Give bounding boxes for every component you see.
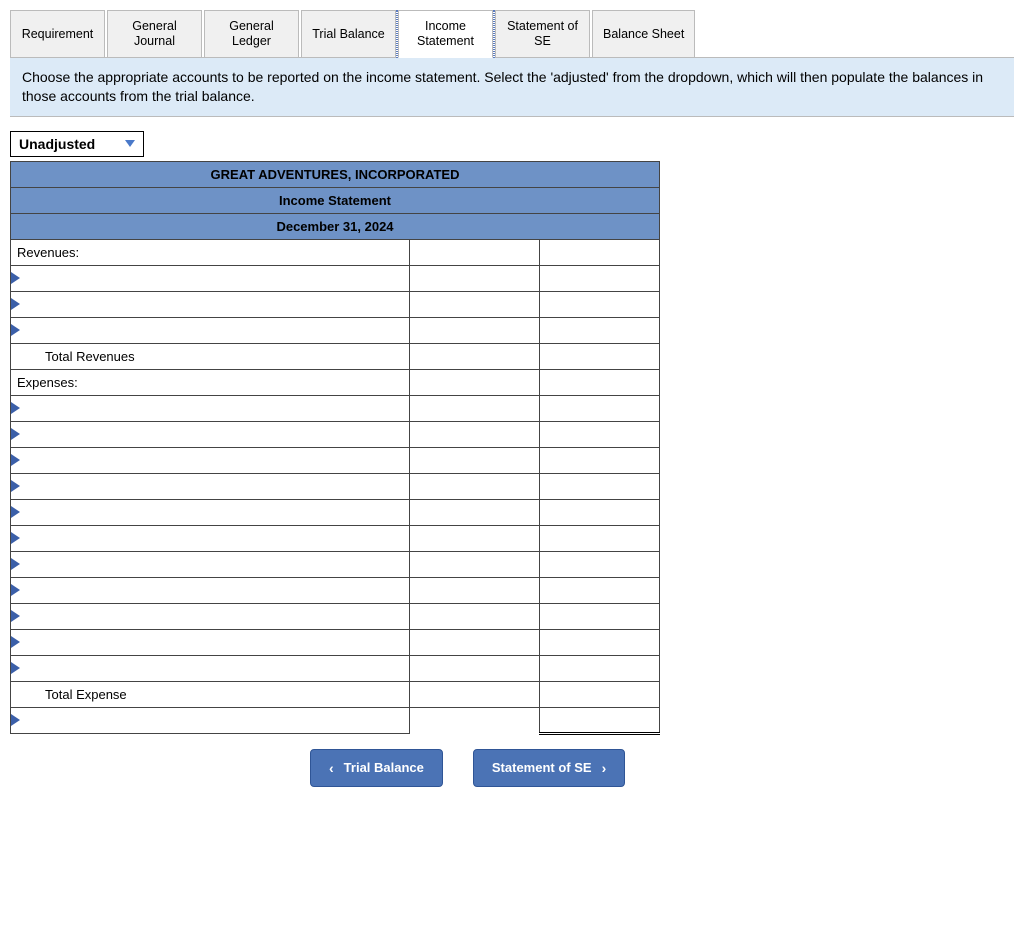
- tab-statement-of-se[interactable]: Statement of SE: [495, 10, 590, 58]
- instruction-text: Choose the appropriate accounts to be re…: [10, 57, 1014, 117]
- total-revenues-label: Total Revenues: [11, 343, 410, 369]
- expense-amount2-4[interactable]: [540, 499, 660, 525]
- revenue-account-2[interactable]: [11, 317, 410, 343]
- expense-amount1-2[interactable]: [410, 447, 540, 473]
- expense-amount2-1[interactable]: [540, 421, 660, 447]
- tab-balance-sheet[interactable]: Balance Sheet: [592, 10, 695, 58]
- expense-amount1-0[interactable]: [410, 395, 540, 421]
- statement-date: December 31, 2024: [11, 213, 660, 239]
- expense-amount2-2[interactable]: [540, 447, 660, 473]
- expense-amount2-7[interactable]: [540, 577, 660, 603]
- tab-general-ledger[interactable]: General Ledger: [204, 10, 299, 58]
- tab-trial-balance[interactable]: Trial Balance: [301, 10, 396, 58]
- expense-amount1-8[interactable]: [410, 603, 540, 629]
- expense-amount1-3[interactable]: [410, 473, 540, 499]
- chevron-down-icon: [125, 140, 135, 147]
- total-expense-amt1[interactable]: [410, 681, 540, 707]
- expense-amount2-6[interactable]: [540, 551, 660, 577]
- revenue-amount1-0[interactable]: [410, 265, 540, 291]
- expenses-label: Expenses:: [11, 369, 410, 395]
- total-revenues-amt1[interactable]: [410, 343, 540, 369]
- revenue-amount2-2[interactable]: [540, 317, 660, 343]
- chevron-left-icon: ‹: [329, 760, 334, 776]
- expense-account-3[interactable]: [11, 473, 410, 499]
- total-expense-amt2[interactable]: [540, 681, 660, 707]
- expense-amount2-8[interactable]: [540, 603, 660, 629]
- revenue-amount1-2[interactable]: [410, 317, 540, 343]
- expense-amount1-9[interactable]: [410, 629, 540, 655]
- expense-account-0[interactable]: [11, 395, 410, 421]
- expense-amount1-5[interactable]: [410, 525, 540, 551]
- revenue-amount2-0[interactable]: [540, 265, 660, 291]
- expense-amount2-9[interactable]: [540, 629, 660, 655]
- expense-amount1-1[interactable]: [410, 421, 540, 447]
- expense-amount1-4[interactable]: [410, 499, 540, 525]
- expense-account-9[interactable]: [11, 629, 410, 655]
- company-name: GREAT ADVENTURES, INCORPORATED: [11, 161, 660, 187]
- expense-account-8[interactable]: [11, 603, 410, 629]
- expense-account-5[interactable]: [11, 525, 410, 551]
- expense-amount2-0[interactable]: [540, 395, 660, 421]
- expense-account-1[interactable]: [11, 421, 410, 447]
- revenue-account-0[interactable]: [11, 265, 410, 291]
- nav-buttons: ‹ Trial Balance Statement of SE ›: [10, 749, 1014, 787]
- tab-general-journal[interactable]: General Journal: [107, 10, 202, 58]
- statement-title: Income Statement: [11, 187, 660, 213]
- expense-amount2-5[interactable]: [540, 525, 660, 551]
- total-expense-label: Total Expense: [11, 681, 410, 707]
- expense-amount1-6[interactable]: [410, 551, 540, 577]
- dropdown-value: Unadjusted: [19, 136, 95, 152]
- revenue-amount2-1[interactable]: [540, 291, 660, 317]
- next-button[interactable]: Statement of SE ›: [473, 749, 625, 787]
- expense-account-6[interactable]: [11, 551, 410, 577]
- basis-dropdown[interactable]: Unadjusted: [10, 131, 144, 157]
- tab-requirement[interactable]: Requirement: [10, 10, 105, 58]
- chevron-right-icon: ›: [602, 760, 607, 776]
- expense-amount1-7[interactable]: [410, 577, 540, 603]
- net-income-account[interactable]: [11, 707, 410, 733]
- total-revenues-amt2[interactable]: [540, 343, 660, 369]
- expense-account-2[interactable]: [11, 447, 410, 473]
- expense-account-4[interactable]: [11, 499, 410, 525]
- income-statement-table: GREAT ADVENTURES, INCORPORATED Income St…: [10, 161, 660, 735]
- revenues-label: Revenues:: [11, 239, 410, 265]
- net-income-amount[interactable]: [540, 707, 660, 733]
- revenue-amount1-1[interactable]: [410, 291, 540, 317]
- expense-account-7[interactable]: [11, 577, 410, 603]
- revenue-account-1[interactable]: [11, 291, 410, 317]
- prev-button[interactable]: ‹ Trial Balance: [310, 749, 443, 787]
- tabs: Requirement General Journal General Ledg…: [10, 10, 1014, 58]
- expense-account-10[interactable]: [11, 655, 410, 681]
- expense-amount2-3[interactable]: [540, 473, 660, 499]
- expense-amount2-10[interactable]: [540, 655, 660, 681]
- expense-amount1-10[interactable]: [410, 655, 540, 681]
- tab-income-statement[interactable]: Income Statement: [398, 10, 493, 58]
